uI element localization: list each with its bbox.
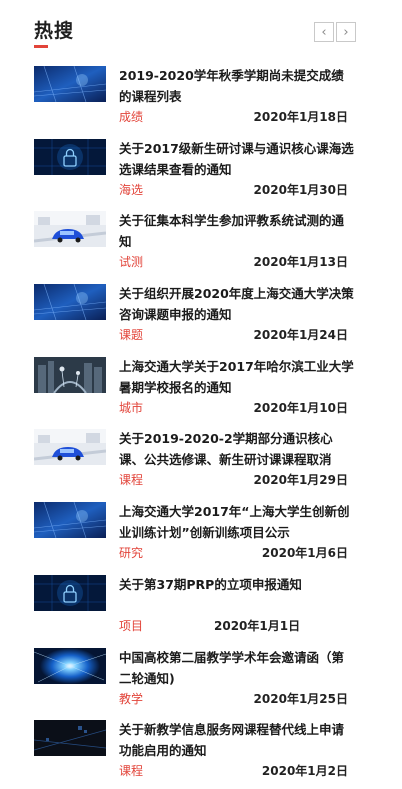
carousel-nav: ‹ › <box>314 22 356 42</box>
hot-search-list: 2019-2020学年秋季学期尚未提交成绩的课程列表 成绩 2020年1月18日… <box>0 58 402 785</box>
item-date: 2020年1月2日 <box>261 764 348 779</box>
title-underline <box>34 45 48 48</box>
hot-search-header: 热搜 ‹ › <box>0 0 402 58</box>
item-date: 2020年1月25日 <box>253 691 348 706</box>
item-title[interactable]: 中国高校第二届教学学术年会邀请函（第二轮通知) <box>119 647 354 689</box>
item-date: 2020年1月18日 <box>253 110 348 124</box>
thumbnail-image[interactable] <box>34 138 106 175</box>
list-item[interactable]: 关于新教学信息服务网课程替代线上申请功能启用的通知 课程 2020年1月2日 <box>0 712 402 785</box>
thumbnail-image[interactable] <box>34 502 106 539</box>
prev-button[interactable]: ‹ <box>314 22 334 42</box>
section-title: 热搜 <box>34 20 75 42</box>
item-title[interactable]: 关于2019-2020-2学期部分通识核心课、公共选修课、新生研讨课课程取消的.… <box>119 428 354 470</box>
item-category[interactable]: 成绩 <box>119 108 143 125</box>
chevron-right-icon: › <box>343 24 349 40</box>
item-date: 2020年1月1日 <box>214 618 301 633</box>
item-date: 2020年1月6日 <box>261 546 348 561</box>
item-title[interactable]: 关于新教学信息服务网课程替代线上申请功能启用的通知 <box>119 719 354 761</box>
thumbnail-image[interactable] <box>34 356 106 393</box>
item-title[interactable]: 上海交通大学关于2017年哈尔滨工业大学暑期学校报名的通知 <box>119 356 354 398</box>
list-item[interactable]: 关于第37期PRP的立项申报通知 项目 2020年1月1日 <box>0 567 402 640</box>
list-item[interactable]: 关于组织开展2020年度上海交通大学决策咨询课题申报的通知 课题 2020年1月… <box>0 276 402 349</box>
item-category[interactable]: 课程 <box>119 762 143 779</box>
thumbnail-image[interactable] <box>34 284 106 321</box>
next-button[interactable]: › <box>336 22 356 42</box>
item-date: 2020年1月30日 <box>253 182 348 197</box>
thumbnail-image[interactable] <box>34 429 106 466</box>
item-date: 2020年1月24日 <box>253 328 348 343</box>
thumbnail-image[interactable] <box>34 211 106 248</box>
item-title[interactable]: 关于第37期PRP的立项申报通知 <box>119 574 354 595</box>
list-item[interactable]: 关于2017级新生研讨课与通识核心课海选选课结果查看的通知 海选 2020年1月… <box>0 131 402 204</box>
thumbnail-image[interactable] <box>34 720 106 757</box>
item-category[interactable]: 课题 <box>119 326 143 343</box>
item-title[interactable]: 2019-2020学年秋季学期尚未提交成绩的课程列表 <box>119 65 354 107</box>
item-date: 2020年1月10日 <box>253 400 348 415</box>
thumbnail-image[interactable] <box>34 647 106 684</box>
chevron-left-icon: ‹ <box>321 24 327 40</box>
item-title[interactable]: 上海交通大学2017年“上海大学生创新创业训练计划”创新训练项目公示 <box>119 501 354 543</box>
item-title[interactable]: 关于征集本科学生参加评教系统试测的通知 <box>119 210 354 252</box>
item-category[interactable]: 研究 <box>119 544 143 561</box>
item-category[interactable]: 试测 <box>119 253 143 270</box>
thumbnail-image[interactable] <box>34 574 106 611</box>
item-category[interactable]: 项目 <box>119 617 143 634</box>
item-date: 2020年1月29日 <box>253 473 348 488</box>
item-category[interactable]: 海选 <box>119 181 143 198</box>
thumbnail-image[interactable] <box>34 66 106 102</box>
list-item[interactable]: 上海交通大学关于2017年哈尔滨工业大学暑期学校报名的通知 城市 2020年1月… <box>0 349 402 422</box>
list-item[interactable]: 关于2019-2020-2学期部分通识核心课、公共选修课、新生研讨课课程取消的.… <box>0 421 402 494</box>
item-category[interactable]: 城市 <box>119 399 143 416</box>
list-item[interactable]: 中国高校第二届教学学术年会邀请函（第二轮通知) 教学 2020年1月25日 <box>0 640 402 713</box>
item-category[interactable]: 课程 <box>119 471 143 488</box>
list-item[interactable]: 上海交通大学2017年“上海大学生创新创业训练计划”创新训练项目公示 研究 20… <box>0 494 402 567</box>
list-item[interactable]: 2019-2020学年秋季学期尚未提交成绩的课程列表 成绩 2020年1月18日 <box>0 58 402 131</box>
item-category[interactable]: 教学 <box>119 690 143 707</box>
list-item[interactable]: 关于征集本科学生参加评教系统试测的通知 试测 2020年1月13日 <box>0 203 402 276</box>
item-date: 2020年1月13日 <box>253 255 348 270</box>
item-title[interactable]: 关于组织开展2020年度上海交通大学决策咨询课题申报的通知 <box>119 283 354 325</box>
item-title[interactable]: 关于2017级新生研讨课与通识核心课海选选课结果查看的通知 <box>119 138 354 180</box>
